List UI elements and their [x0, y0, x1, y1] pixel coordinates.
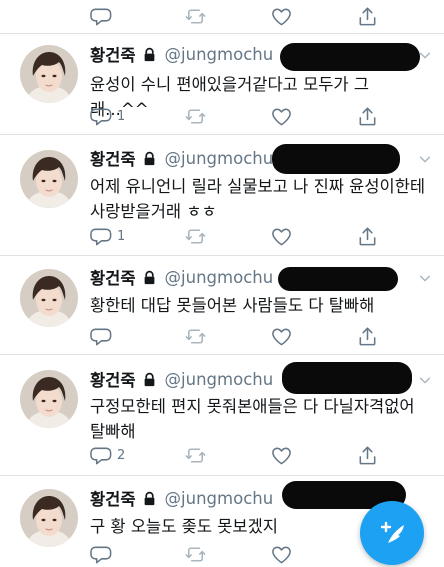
avatar[interactable] — [20, 269, 78, 327]
retweet-button[interactable] — [184, 5, 207, 28]
chevron-down-icon[interactable] — [418, 271, 432, 285]
share-button[interactable] — [356, 444, 379, 467]
like-button[interactable] — [270, 225, 293, 248]
like-button[interactable] — [270, 325, 293, 348]
author-handle[interactable]: @jungmochu — [165, 149, 274, 168]
share-button[interactable] — [356, 225, 379, 248]
retweet-button[interactable] — [184, 225, 207, 248]
author-name[interactable]: 황건죽 — [90, 42, 136, 66]
reply-count: 1 — [117, 229, 126, 244]
tweet[interactable]: 황건죽 @jungmochu 어제 유니언니 릴라 실물보고 나 진짜 윤성이한… — [0, 136, 444, 256]
reply-button[interactable]: 2 — [90, 444, 125, 467]
reply-button[interactable] — [90, 5, 113, 28]
reply-count: 2 — [117, 448, 126, 463]
heart-icon — [270, 5, 293, 28]
lock-icon — [142, 151, 157, 166]
avatar[interactable] — [20, 45, 78, 103]
redaction-mark — [272, 144, 400, 174]
like-button[interactable] — [270, 105, 293, 128]
reply-count: 1 — [117, 109, 126, 124]
avatar[interactable] — [20, 370, 78, 428]
author-name[interactable]: 황건죽 — [90, 486, 136, 510]
reply-button[interactable] — [90, 543, 117, 566]
avatar[interactable] — [20, 489, 78, 547]
reply-button[interactable] — [90, 325, 117, 348]
chevron-down-icon[interactable] — [418, 373, 432, 387]
retweet-button[interactable] — [184, 543, 207, 566]
retweet-icon — [184, 325, 207, 348]
share-icon — [356, 105, 379, 128]
share-button[interactable] — [356, 105, 379, 128]
retweet-button[interactable] — [184, 444, 207, 467]
compose-tweet-button[interactable] — [360, 501, 424, 565]
reply-icon — [90, 5, 113, 28]
compose-tweet-icon — [380, 521, 404, 543]
retweet-icon — [184, 5, 207, 28]
retweet-button[interactable] — [184, 325, 207, 348]
share-icon — [356, 225, 379, 248]
lock-icon — [142, 491, 157, 506]
author-name[interactable]: 황건죽 — [90, 146, 136, 170]
heart-icon — [270, 105, 293, 128]
author-name[interactable]: 황건죽 — [90, 265, 136, 289]
retweet-icon — [184, 543, 207, 566]
share-icon — [356, 325, 379, 348]
author-handle[interactable]: @jungmochu — [165, 370, 274, 389]
redaction-mark — [282, 362, 412, 394]
chevron-down-icon[interactable] — [418, 152, 432, 166]
reply-icon — [90, 105, 113, 128]
retweet-icon — [184, 444, 207, 467]
author-handle[interactable]: @jungmochu — [165, 489, 274, 508]
share-icon — [356, 5, 379, 28]
author-name[interactable]: 황건죽 — [90, 367, 136, 391]
like-button[interactable] — [270, 5, 293, 28]
share-button[interactable] — [356, 325, 379, 348]
retweet-icon — [184, 225, 207, 248]
heart-icon — [270, 543, 293, 566]
tweet[interactable]: 황건죽 @jungmochu 구정모한테 편지 못줘본애들은 다 다닐자격없어 … — [0, 356, 444, 476]
chevron-down-icon[interactable] — [418, 48, 432, 62]
retweet-icon — [184, 105, 207, 128]
tweet[interactable]: 황건죽 @jungmochu 윤성이 수니 편애있을거같다고 모두가 그래...… — [0, 35, 444, 135]
author-handle[interactable]: @jungmochu — [165, 45, 274, 64]
heart-icon — [270, 444, 293, 467]
redaction-mark — [278, 267, 398, 291]
reply-button[interactable]: 1 — [90, 225, 125, 248]
heart-icon — [270, 225, 293, 248]
share-icon — [356, 444, 379, 467]
author-handle[interactable]: @jungmochu — [165, 268, 274, 287]
reply-icon — [90, 444, 113, 467]
retweet-button[interactable] — [184, 105, 207, 128]
tweet-text: 구정모한테 편지 못줘본애들은 다 다닐자격없어 탈빠해 — [90, 397, 415, 441]
like-button[interactable] — [270, 543, 293, 566]
previous-tweet-actions — [0, 0, 444, 34]
lock-icon — [142, 372, 157, 387]
lock-icon — [142, 270, 157, 285]
tweet-text: 황한테 대답 못들어본 사람들도 다 탈빠해 — [90, 296, 375, 315]
reply-icon — [90, 543, 113, 566]
lock-icon — [142, 47, 157, 62]
heart-icon — [270, 325, 293, 348]
reply-icon — [90, 225, 113, 248]
tweet-text: 어제 유니언니 릴라 실물보고 나 진짜 윤성이한테 사랑받을거래 ㅎㅎ — [90, 177, 426, 221]
reply-icon — [90, 325, 113, 348]
tweet[interactable]: 황건죽 @jungmochu 황한테 대답 못들어본 사람들도 다 탈빠해 — [0, 257, 444, 355]
share-button[interactable] — [356, 5, 379, 28]
redaction-mark — [280, 43, 420, 71]
reply-button[interactable]: 1 — [90, 105, 125, 128]
avatar[interactable] — [20, 150, 78, 208]
like-button[interactable] — [270, 444, 293, 467]
